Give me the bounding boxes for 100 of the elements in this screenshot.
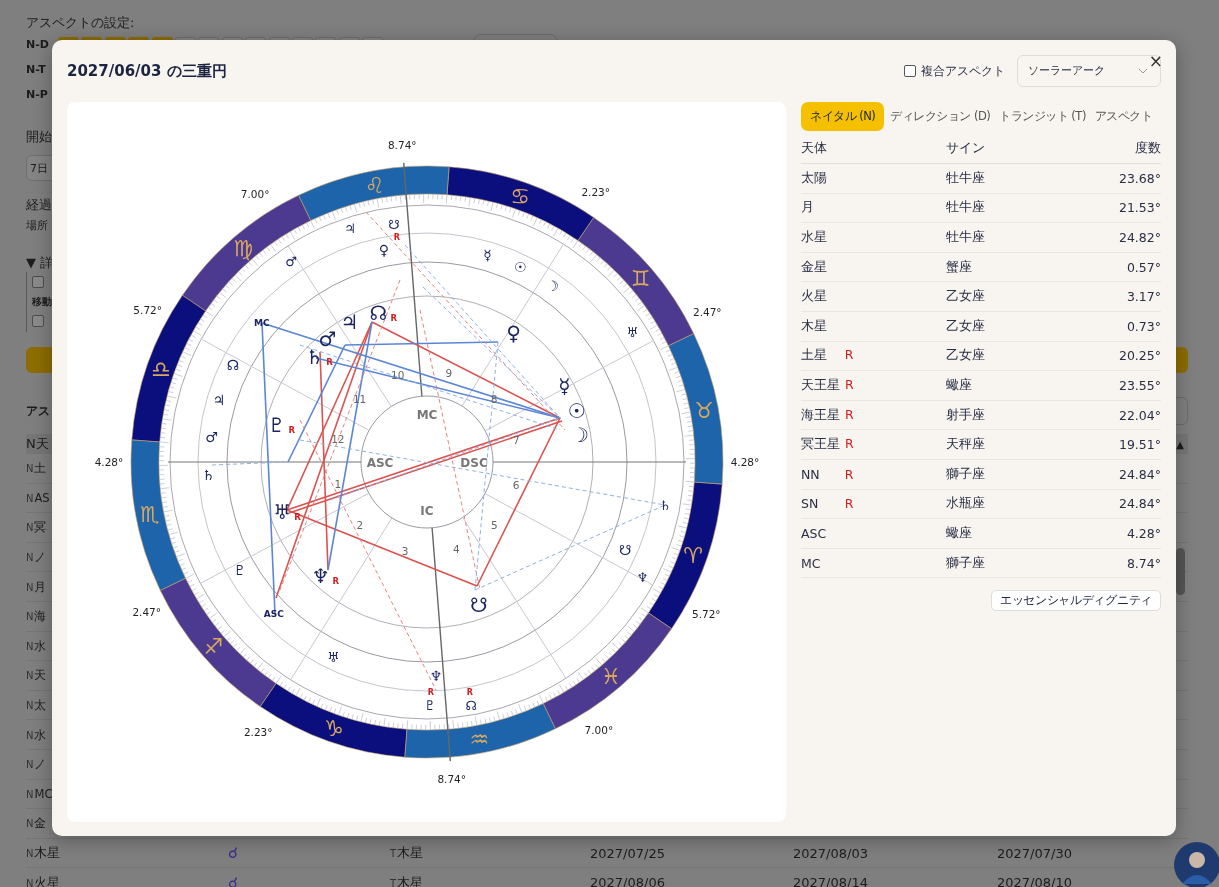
details-toggle[interactable]: ▼ 詳 <box>26 254 54 272</box>
table-cell-text: 太陽 <box>801 169 828 187</box>
retrograde-mark: R <box>288 424 296 435</box>
transit-planet-glyph: ♆ <box>636 569 649 585</box>
transit-planet-glyph: ♃ <box>344 221 356 237</box>
directed-planet-glyph: ♄ <box>202 467 215 483</box>
zodiac-sign-glyph: ♏ <box>140 502 160 528</box>
directed-planet-glyph: ☽ <box>546 278 559 295</box>
tab[interactable]: アスペクト <box>1091 102 1156 131</box>
house-number: 3 <box>401 545 409 558</box>
table-cell-text: NN <box>801 466 821 482</box>
house-number: 1 <box>334 478 342 491</box>
table-cell: N天 <box>26 667 47 684</box>
table-cell: 20.25° <box>1118 348 1161 364</box>
checkbox-label[interactable]: 複合アスペクト <box>921 62 1005 80</box>
table-cell: NAS <box>26 490 50 506</box>
natal-planet-glyph: ☊ <box>369 300 388 325</box>
scrollbar-thumb[interactable] <box>1176 548 1185 595</box>
retrograde-mark: R <box>845 406 854 422</box>
tab[interactable]: トランジット (T) <box>996 102 1089 131</box>
table-cell-text: MC <box>801 555 822 571</box>
house-number: 7 <box>512 433 520 446</box>
house-number: 9 <box>445 366 453 379</box>
house-number: 10 <box>391 368 405 381</box>
table-cell: N木星 <box>26 844 61 862</box>
retrograde-mark: R <box>294 511 301 522</box>
checkbox[interactable] <box>32 276 44 288</box>
table-cell-text: 牡牛座 <box>946 169 986 187</box>
option-label: 移動 <box>32 295 52 309</box>
table-cell: 19.51° <box>1118 437 1161 453</box>
retrograde-mark: R <box>466 688 473 698</box>
natal-planet-glyph: ♆ <box>311 564 330 589</box>
column-header: サイン <box>946 140 986 157</box>
row-label: N-T <box>26 63 47 76</box>
table-cell-text: 乙女座 <box>946 347 986 365</box>
table-cell: 3.17° <box>1126 289 1161 305</box>
dignity-button[interactable]: エッセンシャルディグニティ <box>990 590 1161 612</box>
cusp-degree-label: 8.74° <box>387 138 417 151</box>
avatar[interactable] <box>1174 842 1219 887</box>
natal-planet-glyph: ☋ <box>470 592 488 617</box>
transit-planet-glyph: ♇ <box>424 698 436 713</box>
table-cell: N海 <box>26 608 47 625</box>
row-label: N-P <box>26 88 49 101</box>
table-cell-text: 牡牛座 <box>946 199 986 217</box>
zodiac-sign-glyph: ♑ <box>324 716 344 742</box>
tab[interactable]: ディレクション (D) <box>887 102 994 131</box>
transit-planet-glyph: ☊ <box>465 698 477 713</box>
retrograde-mark: R <box>427 688 434 697</box>
house-number: 5 <box>491 518 498 531</box>
transit-planet-glyph: ♂ <box>285 253 297 269</box>
tab[interactable]: ネイタル (N) <box>801 102 885 131</box>
table-cell: N太 <box>26 697 47 714</box>
angle-label: MC <box>416 408 438 422</box>
table-cell: 0.73° <box>1126 318 1161 334</box>
table-cell-text: 射手座 <box>946 406 986 424</box>
checkbox[interactable] <box>32 315 44 327</box>
cusp-degree-label: 2.47° <box>132 606 162 619</box>
zodiac-sign-glyph: ♉ <box>694 397 714 423</box>
directed-planet-glyph: ☋ <box>619 542 632 559</box>
cusp-degree-label: 5.72° <box>133 303 162 316</box>
table-cell: N金 <box>26 815 47 832</box>
table-cell: T木星 <box>390 844 424 862</box>
table-cell: N冥 <box>26 519 47 536</box>
table-cell: Nノ <box>26 756 47 773</box>
table-cell: 0.57° <box>1126 259 1161 275</box>
table-cell-text: SN <box>801 496 820 512</box>
column-header: 天体 <box>801 140 828 157</box>
column-header[interactable]: N天 <box>26 435 49 453</box>
column-header: 度数 <box>1135 140 1161 157</box>
table-cell-text: 木星 <box>801 317 828 335</box>
cusp-degree-label: 7.00° <box>240 188 270 201</box>
table-cell: 22.04° <box>1118 407 1161 423</box>
table-cell-text: ASC <box>801 525 828 541</box>
cusp-degree-label: 4.28° <box>730 456 760 468</box>
cusp-degree-label: 8.74° <box>437 773 467 786</box>
retrograde-mark: R <box>845 376 854 392</box>
natal-planet-glyph: ♅ <box>273 499 292 524</box>
angle-label: IC <box>420 504 434 518</box>
directed-planet-glyph: ☉ <box>514 259 527 276</box>
dialog-title: 2027/06/03 の三重円 <box>67 61 227 81</box>
retrograde-mark: R <box>845 436 854 452</box>
cusp-degree-label: 2.23° <box>581 186 611 199</box>
zodiac-sign-glyph: ♐ <box>203 633 224 659</box>
house-number: 12 <box>331 433 345 446</box>
zodiac-sign-glyph: ♈ <box>683 543 704 569</box>
transit-planet-glyph: ♅ <box>626 324 638 340</box>
zodiac-sign-glyph: ♎ <box>150 356 171 382</box>
chevron-icon <box>1138 68 1148 74</box>
table-cell: 海王星 <box>801 406 840 424</box>
retrograde-mark: R <box>844 496 854 512</box>
table-cell: 4.28° <box>1126 525 1161 541</box>
zodiac-sign-glyph: ♓ <box>601 663 621 689</box>
retrograde-mark: R <box>393 233 400 243</box>
table-cell-text: 天秤座 <box>946 436 986 454</box>
directed-planet-glyph: ♀ <box>378 242 390 259</box>
angle-label: ASC <box>366 456 394 470</box>
table-cell: 天王星 <box>801 376 840 394</box>
table-cell: NMC <box>26 786 53 802</box>
table-cell-text: 水瓶座 <box>946 495 986 513</box>
checkbox[interactable] <box>904 65 916 77</box>
